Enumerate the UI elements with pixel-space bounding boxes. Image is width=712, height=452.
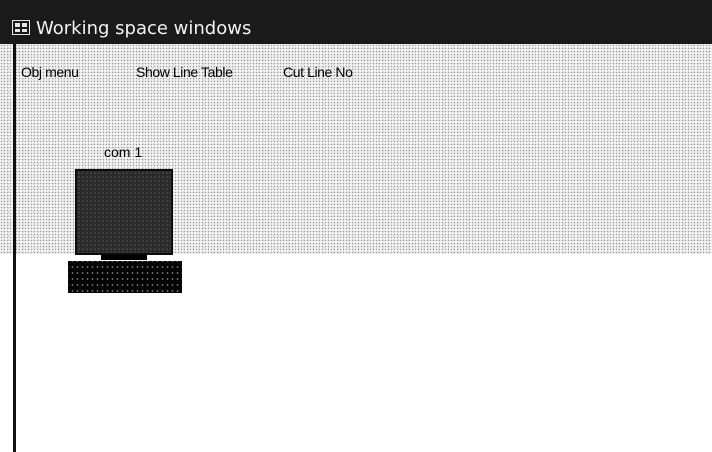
title-bar[interactable]: Working space windows [0, 0, 712, 44]
keyboard-icon [68, 261, 182, 293]
window-title: Working space windows [36, 18, 252, 39]
menu-obj-menu[interactable]: Obj menu [21, 63, 79, 81]
menu-show-line-table[interactable]: Show Line Table [136, 63, 233, 81]
left-border [13, 44, 16, 452]
monitor-stand [101, 255, 147, 260]
menu-cut-line-no[interactable]: Cut Line No [283, 63, 353, 81]
computer-icon[interactable] [75, 169, 173, 255]
computer-node[interactable]: com 1 [68, 143, 182, 295]
working-space-window: Working space windows Obj menu Show Line… [0, 0, 712, 452]
node-label: com 1 [104, 144, 143, 160]
app-window-icon[interactable] [12, 20, 30, 35]
